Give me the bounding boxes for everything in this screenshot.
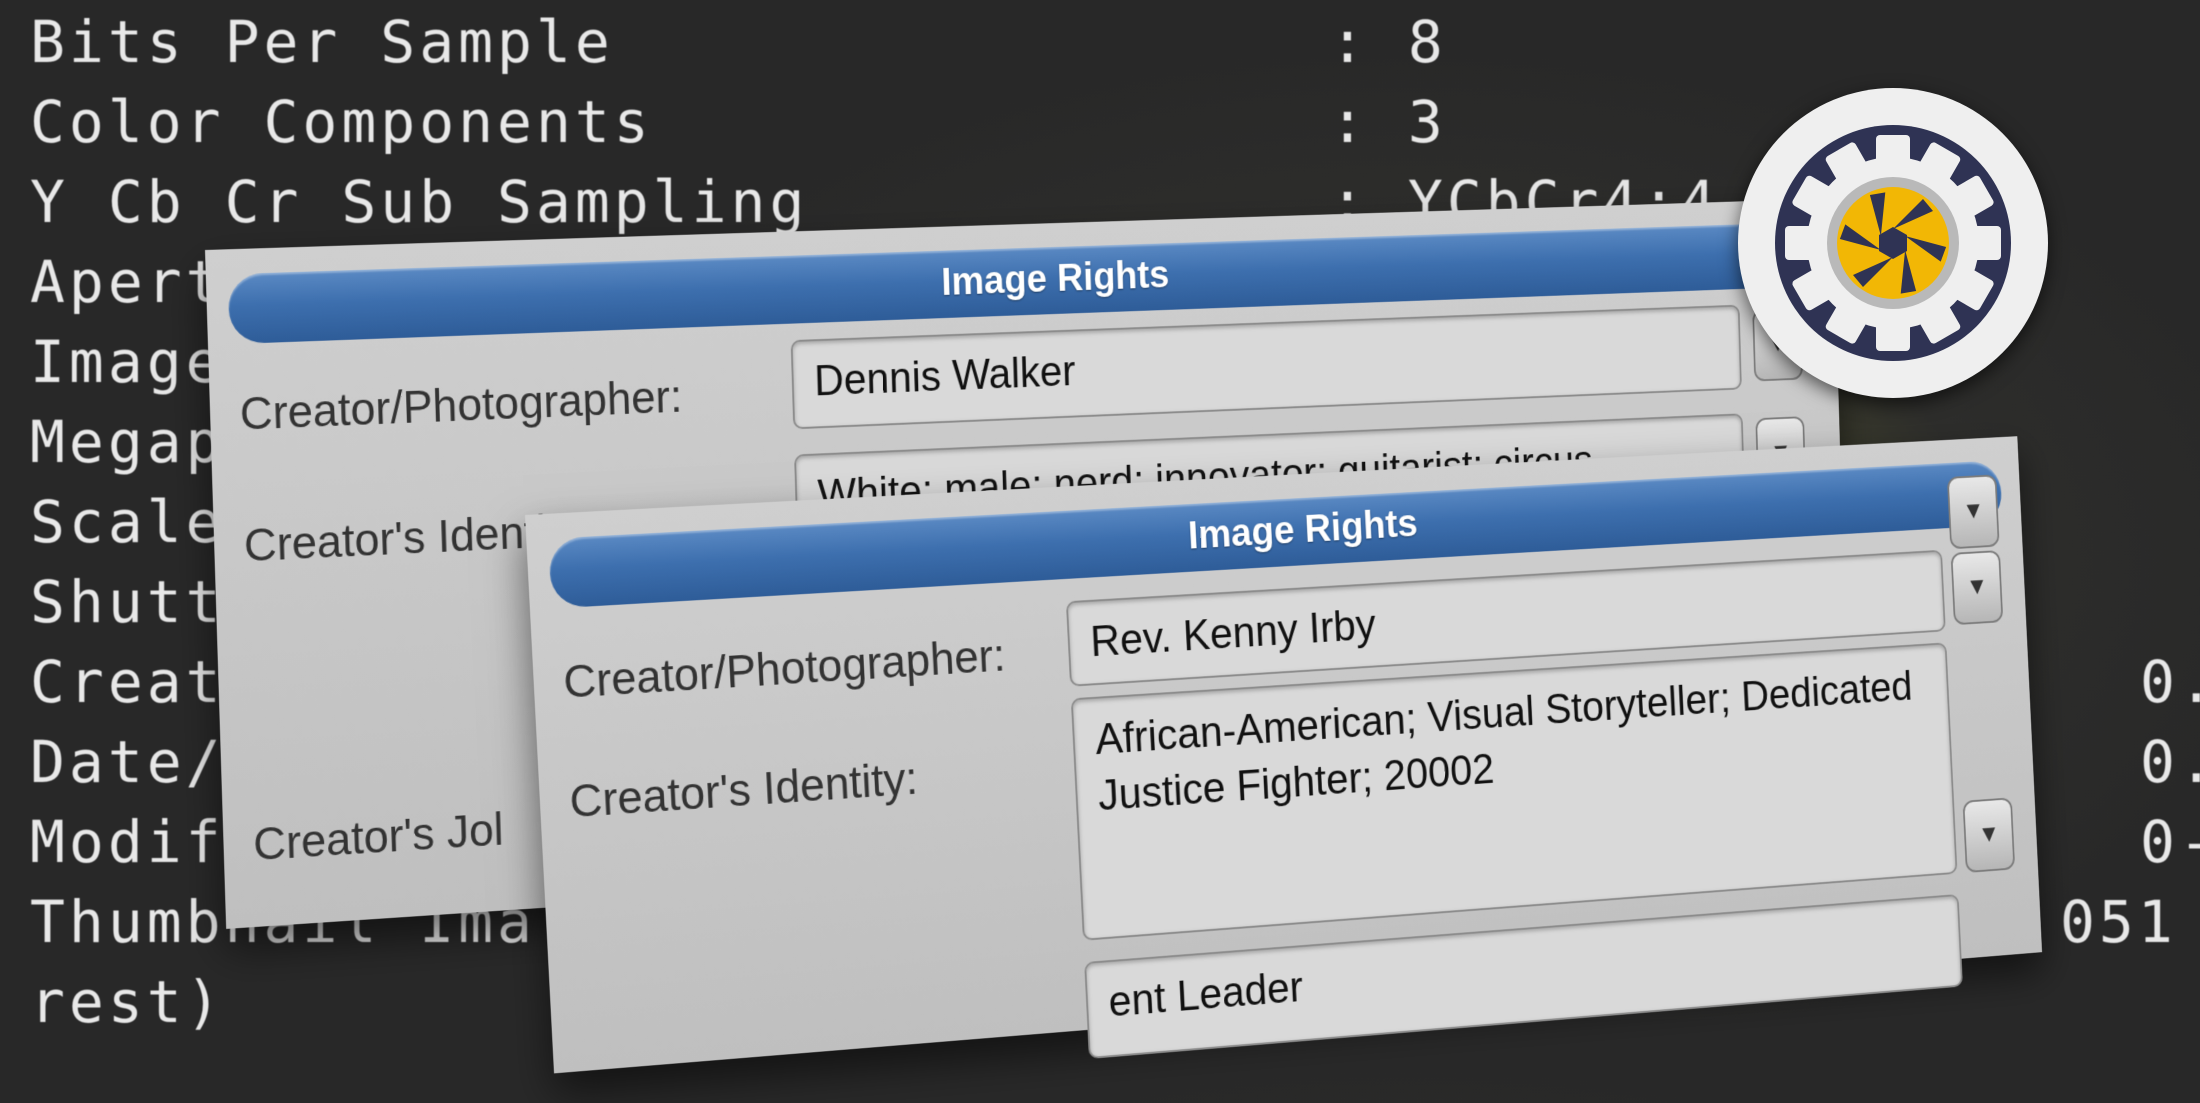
chevron-down-icon: ▼ [1961,495,1985,525]
creator-label: Creator/Photographer: [562,629,1007,708]
title-dropdown-button[interactable]: ▼ [1946,474,2000,550]
chevron-down-icon: ▼ [1965,571,1989,601]
gear-aperture-logo-icon [1738,88,2048,398]
chevron-down-icon: ▼ [1977,818,2001,848]
creator-dropdown-button[interactable]: ▼ [1950,550,2004,626]
job-label: Creator's Jol [252,803,505,871]
image-rights-panel-front: Image Rights ▼ Creator/Photographer: Rev… [525,436,2043,1074]
identity-dropdown-button[interactable]: ▼ [1962,797,2016,874]
creator-label: Creator/Photographer: [239,370,683,440]
creator-field[interactable]: Dennis Walker [790,304,1742,430]
identity-label: Creator's Identity: [568,752,919,828]
identity-field[interactable]: African-American; Visual Storyteller; De… [1070,642,1958,941]
